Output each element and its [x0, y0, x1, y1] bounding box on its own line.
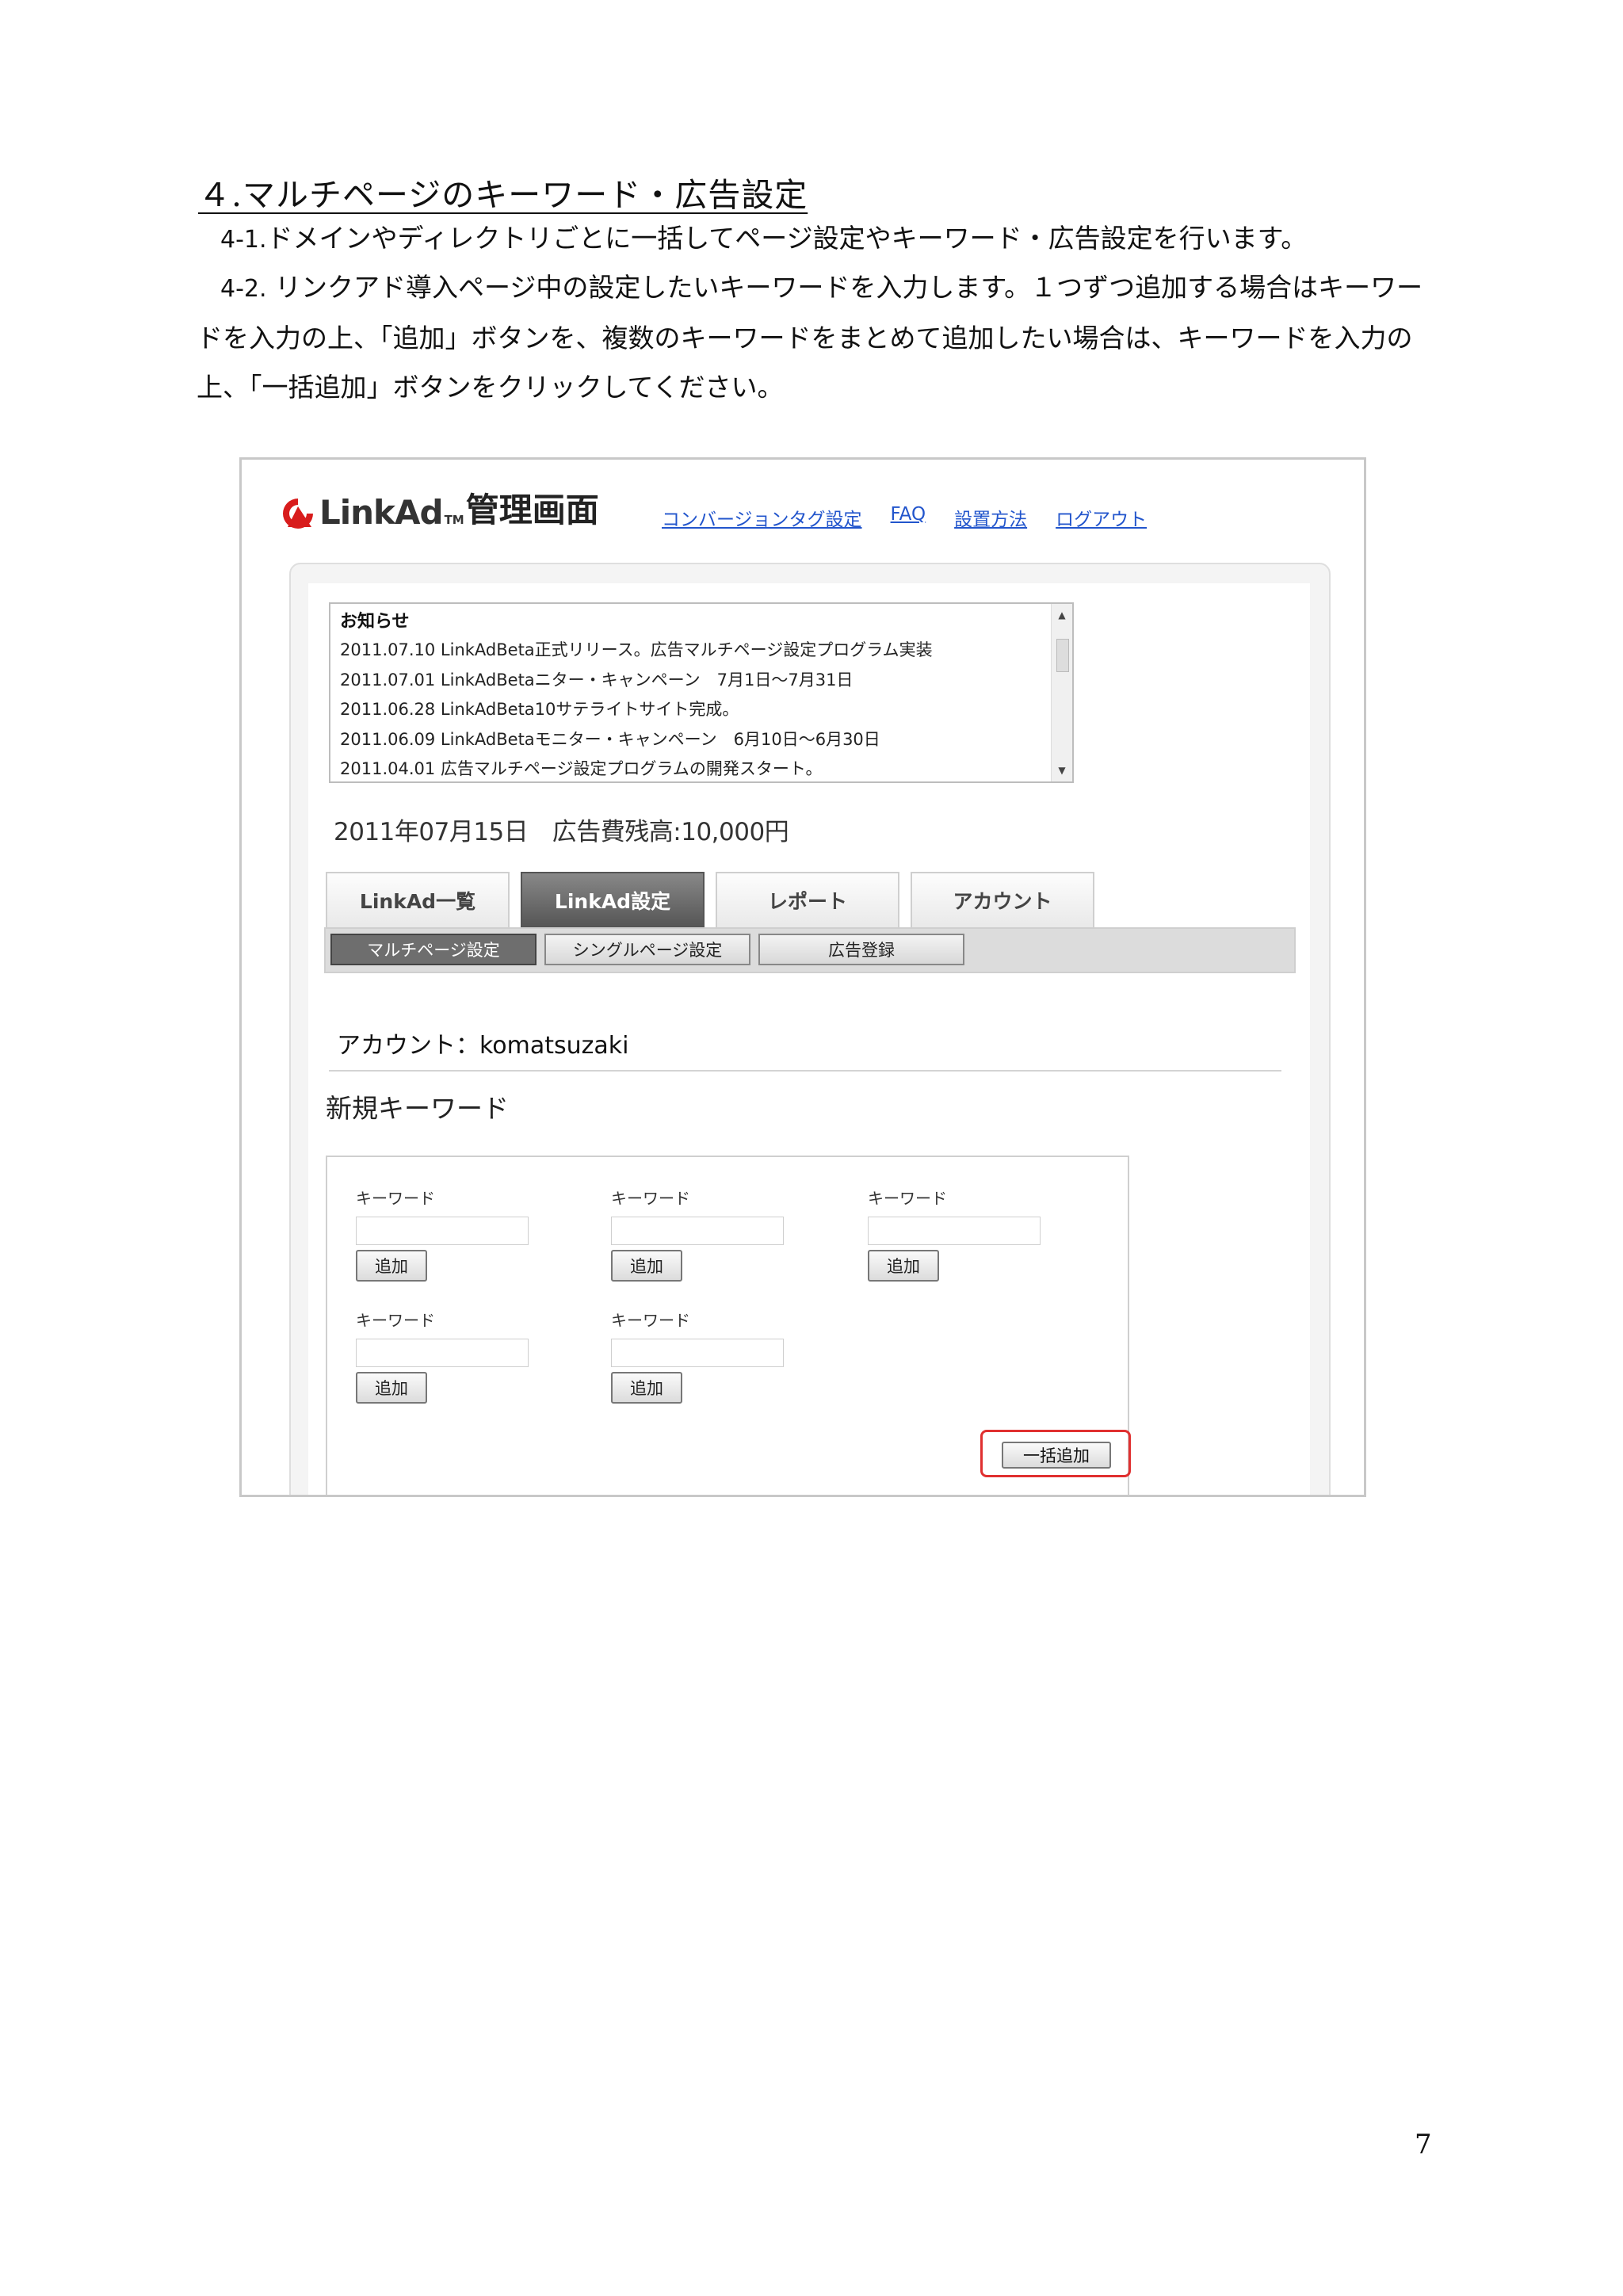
paragraph-4-1: 4-1.ドメインやディレクトリごとに一括してページ設定やキーワード・広告設定を行… — [197, 214, 1441, 265]
section-heading: 新規キーワード — [326, 1093, 509, 1124]
add-button[interactable]: 追加 — [611, 1372, 682, 1404]
keyword-label: キーワード — [356, 1311, 435, 1330]
keyword-entry: キーワード 追加 — [611, 1186, 833, 1282]
notice-item: 2011.04.01 広告マルチページ設定プログラムの開発スタート。 — [340, 759, 823, 778]
page-number: 7 — [1415, 2129, 1432, 2160]
app-header: LinkAd TM 管理画面 コンバージョンタグ設定 FAQ 設置方法 ログアウ… — [280, 483, 1310, 532]
nav-conversion-tag[interactable]: コンバージョンタグ設定 — [662, 504, 862, 531]
keyword-input[interactable] — [611, 1339, 784, 1367]
nav-faq[interactable]: FAQ — [891, 504, 926, 531]
sub-tabs: マルチページ設定 シングルページ設定 広告登録 — [324, 927, 1296, 973]
paragraph-text: ドメインやディレクトリごとに一括してページ設定やキーワード・広告設定を行います。 — [266, 223, 1308, 254]
logo-text: LinkAd — [319, 493, 444, 532]
notice-box[interactable]: お知らせ 2011.07.10 LinkAdBeta正式リリース。広告マルチペー… — [329, 602, 1074, 783]
keyword-entry: キーワード 追加 — [356, 1186, 578, 1282]
notice-item: 2011.06.09 LinkAdBetaモニター・キャンペーン 6月10日～6… — [340, 729, 880, 749]
keyword-form: キーワード 追加 キーワード 追加 キーワード 追加 キーワード 追加 キーワー… — [326, 1156, 1131, 1495]
subtab-multi-page[interactable]: マルチページ設定 — [330, 934, 537, 965]
step-number: 4-2. — [220, 275, 267, 303]
notice-item: 2011.06.28 LinkAdBeta10サテライトサイト完成。 — [340, 700, 739, 719]
trademark: TM — [444, 513, 464, 527]
keyword-input[interactable] — [611, 1217, 784, 1245]
account-name: アカウント：komatsuzaki — [337, 1032, 629, 1060]
nav-setup[interactable]: 設置方法 — [954, 504, 1027, 531]
tab-linkad-settings[interactable]: LinkAd設定 — [521, 872, 705, 927]
notice-list: 2011.07.10 LinkAdBeta正式リリース。広告マルチページ設定プロ… — [340, 636, 933, 785]
keyword-label: キーワード — [611, 1311, 690, 1330]
add-button[interactable]: 追加 — [356, 1250, 427, 1282]
scroll-up-icon[interactable]: ▲ — [1052, 606, 1072, 625]
notice-item: 2011.07.10 LinkAdBeta正式リリース。広告マルチページ設定プロ… — [340, 640, 933, 659]
keyword-input[interactable] — [356, 1217, 529, 1245]
add-button[interactable]: 追加 — [611, 1250, 682, 1282]
scroll-thumb[interactable] — [1056, 639, 1069, 672]
panel-content: お知らせ 2011.07.10 LinkAdBeta正式リリース。広告マルチペー… — [308, 583, 1310, 1495]
main-panel: お知らせ 2011.07.10 LinkAdBeta正式リリース。広告マルチペー… — [289, 563, 1331, 1495]
paragraph-text: リンクアド導入ページ中の設定したいキーワードを入力します。１つずつ追加する場合は… — [197, 272, 1423, 403]
admin-title: 管理画面 — [465, 491, 599, 529]
tab-report[interactable]: レポート — [716, 872, 899, 927]
add-button[interactable]: 追加 — [868, 1250, 939, 1282]
step-number: 4-1. — [220, 226, 267, 254]
bulk-add-highlight: 一括追加 — [980, 1430, 1131, 1477]
tab-account[interactable]: アカウント — [911, 872, 1094, 927]
add-button[interactable]: 追加 — [356, 1372, 427, 1404]
document-title: ４.マルチページのキーワード・広告設定 — [198, 176, 808, 214]
linkad-logo-icon — [283, 499, 313, 529]
tab-linkad-list[interactable]: LinkAd一覧 — [326, 872, 510, 927]
notice-item: 2011.07.01 LinkAdBetaニター・キャンペーン 7月1日～7月3… — [340, 670, 854, 690]
keyword-label: キーワード — [611, 1189, 690, 1208]
logo: LinkAd TM 管理画面 — [280, 483, 599, 532]
nav-logout[interactable]: ログアウト — [1056, 504, 1147, 531]
divider — [329, 1070, 1281, 1072]
balance-text: 2011年07月15日 広告費残高:10,000円 — [334, 818, 789, 846]
subtab-single-page[interactable]: シングルページ設定 — [544, 934, 750, 965]
main-tabs: LinkAd一覧 LinkAd設定 レポート アカウント — [326, 872, 1094, 927]
keyword-label: キーワード — [868, 1189, 947, 1208]
keyword-input[interactable] — [356, 1339, 529, 1367]
paragraph-4-2: 4-2. リンクアド導入ページ中の設定したいキーワードを入力します。１つずつ追加… — [197, 263, 1441, 412]
notice-scrollbar[interactable]: ▲ ▼ — [1051, 604, 1072, 781]
embedded-screenshot: LinkAd TM 管理画面 コンバージョンタグ設定 FAQ 設置方法 ログアウ… — [239, 457, 1366, 1497]
scroll-down-icon[interactable]: ▼ — [1052, 761, 1072, 780]
subtab-ad-registration[interactable]: 広告登録 — [758, 934, 964, 965]
bulk-add-button[interactable]: 一括追加 — [1002, 1442, 1111, 1469]
keyword-label: キーワード — [356, 1189, 435, 1208]
notice-heading: お知らせ — [340, 612, 410, 632]
keyword-input[interactable] — [868, 1217, 1041, 1245]
keyword-entry: キーワード 追加 — [868, 1186, 1090, 1282]
keyword-entry: キーワード 追加 — [356, 1308, 578, 1404]
top-nav: コンバージョンタグ設定 FAQ 設置方法 ログアウト — [662, 504, 1147, 531]
keyword-entry: キーワード 追加 — [611, 1308, 833, 1404]
